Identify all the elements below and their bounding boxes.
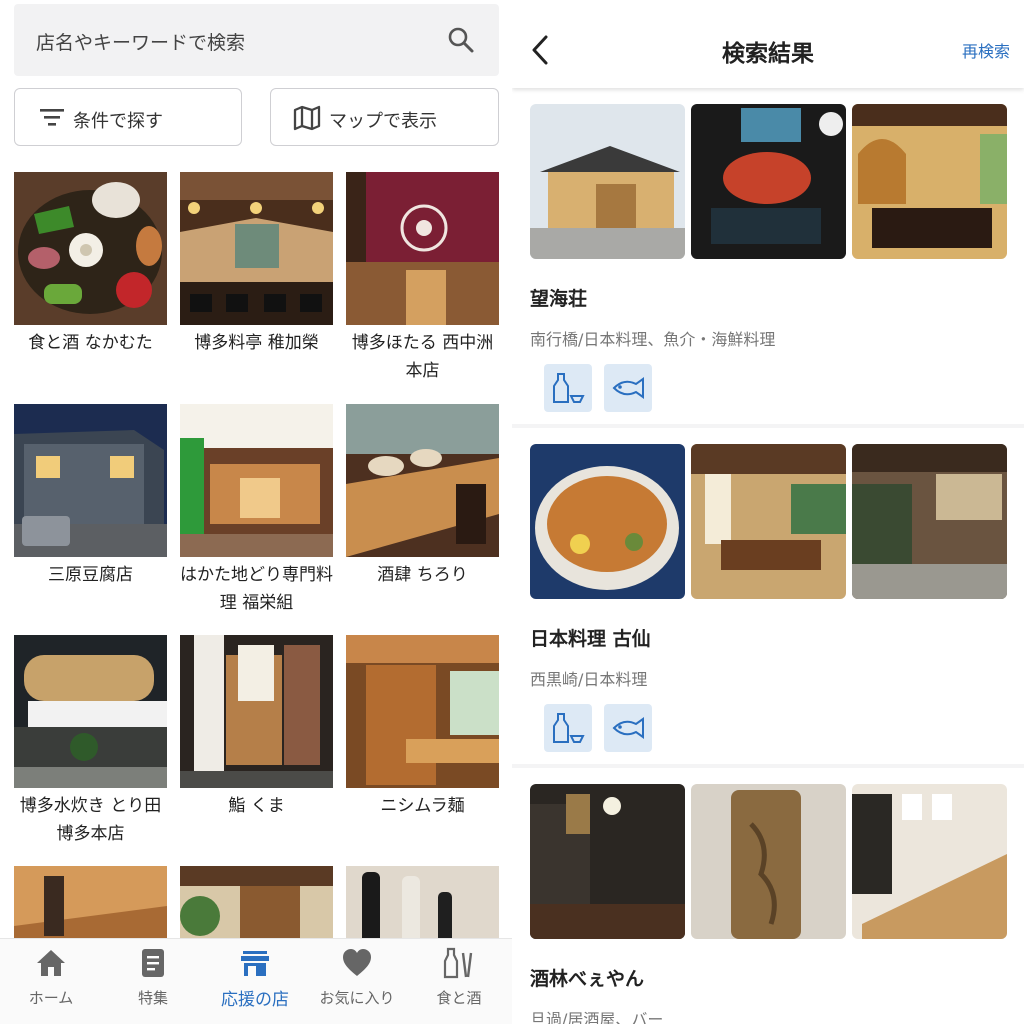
sake-icon bbox=[443, 947, 473, 979]
result-photo bbox=[530, 444, 685, 599]
restaurant-name: 鮨 くま bbox=[228, 796, 285, 816]
restaurant-photo bbox=[14, 172, 167, 325]
grid-item-chirori[interactable]: 酒肆 ちろり bbox=[346, 404, 499, 589]
result-name: 日本料理 古仙 bbox=[530, 628, 651, 650]
restaurant-photo bbox=[180, 172, 333, 325]
restaurant-photo bbox=[180, 635, 333, 788]
store-icon bbox=[241, 951, 269, 976]
result-photo bbox=[852, 104, 1007, 259]
fish-icon bbox=[612, 717, 644, 739]
nav-food-sake[interactable]: 食と酒 bbox=[408, 939, 510, 1024]
nav-favorites[interactable]: お気に入り bbox=[306, 939, 408, 1024]
result-area: 西黒崎/日本料理 bbox=[530, 670, 648, 689]
sake-icon bbox=[553, 713, 585, 743]
grid-item-sushi-kuma[interactable]: 鮨 くま bbox=[180, 635, 333, 820]
map-button[interactable]: マップで表示 bbox=[270, 88, 499, 146]
restaurant-photo bbox=[14, 635, 167, 788]
filter-button[interactable]: 条件で探す bbox=[14, 88, 242, 146]
result-photo bbox=[852, 444, 1007, 599]
heart-icon bbox=[343, 949, 371, 976]
result-photo bbox=[530, 784, 685, 939]
search-input[interactable]: 店名やキーワードで検索 bbox=[14, 4, 499, 76]
grid-item-nishimura[interactable]: ニシムラ麺 bbox=[346, 635, 499, 820]
result-card[interactable]: 望海荘 南行橋/日本料理、魚介・海鮮料理 bbox=[512, 88, 1024, 424]
result-name: 望海荘 bbox=[530, 288, 588, 310]
nav-support-store[interactable]: 応援の店 bbox=[204, 939, 306, 1024]
restaurant-name: 食と酒 なかむた bbox=[28, 333, 153, 353]
restaurant-name: 三原豆腐店 bbox=[48, 565, 133, 585]
result-name: 酒林べぇやん bbox=[530, 968, 645, 990]
nav-feature-label: 特集 bbox=[137, 989, 168, 1007]
sake-icon bbox=[553, 373, 585, 403]
fish-icon bbox=[612, 377, 644, 399]
filter-button-label: 条件で探す bbox=[73, 111, 163, 132]
grid-item-fukueigumi[interactable]: はかた地どり専門料理 福栄組 bbox=[180, 404, 333, 617]
filter-icon bbox=[40, 109, 64, 126]
restaurant-name: はかた地どり専門料理 福栄組 bbox=[180, 565, 333, 613]
research-button[interactable]: 再検索 bbox=[962, 38, 1010, 62]
fish-tag bbox=[604, 364, 652, 412]
restaurant-photo bbox=[346, 404, 499, 557]
result-photo bbox=[691, 784, 846, 939]
nav-food-sake-label: 食と酒 bbox=[436, 989, 482, 1007]
result-photo bbox=[530, 104, 685, 259]
search-screen: 店名やキーワードで検索 条件で探す マップで表示 食と酒 なかむた 博多料亭 稚… bbox=[0, 0, 512, 1024]
restaurant-name: 博多料亭 稚加榮 bbox=[194, 333, 319, 353]
result-photo bbox=[691, 104, 846, 259]
grid-item-nakamuta[interactable]: 食と酒 なかむた bbox=[14, 172, 167, 357]
home-icon bbox=[37, 950, 65, 976]
result-area: 旦過/居酒屋、バー bbox=[530, 1010, 664, 1024]
result-card[interactable]: 日本料理 古仙 西黒崎/日本料理 bbox=[512, 428, 1024, 764]
search-placeholder: 店名やキーワードで検索 bbox=[36, 32, 246, 54]
search-icon[interactable] bbox=[447, 26, 475, 54]
nav-home[interactable]: ホーム bbox=[0, 939, 102, 1024]
document-icon bbox=[142, 949, 164, 977]
nav-support-store-label: 応援の店 bbox=[221, 990, 289, 1010]
map-button-label: マップで表示 bbox=[329, 111, 437, 132]
result-photo bbox=[691, 444, 846, 599]
result-photo bbox=[852, 784, 1007, 939]
nav-home-label: ホーム bbox=[28, 989, 74, 1007]
page-title: 検索結果 bbox=[722, 41, 814, 67]
grid-item-chikae[interactable]: 博多料亭 稚加榮 bbox=[180, 172, 333, 357]
restaurant-photo bbox=[346, 172, 499, 325]
restaurant-name: 博多ほたる 西中洲本店 bbox=[351, 333, 494, 381]
fish-tag bbox=[604, 704, 652, 752]
grid-item-torida[interactable]: 博多水炊き とり田 博多本店 bbox=[14, 635, 167, 848]
map-icon bbox=[293, 105, 321, 131]
app-header: 検索結果 再検索 bbox=[512, 0, 1024, 88]
sake-tag bbox=[544, 364, 592, 412]
search-results-screen: 検索結果 再検索 望海荘 南行橋/日本料理、魚介・海鮮料理 日本料理 古仙 西黒… bbox=[512, 0, 1024, 1024]
grid-item-mihara-tofu[interactable]: 三原豆腐店 bbox=[14, 404, 167, 589]
restaurant-name: 博多水炊き とり田 博多本店 bbox=[19, 796, 162, 844]
restaurant-name: ニシムラ麺 bbox=[380, 796, 465, 816]
restaurant-photo bbox=[14, 404, 167, 557]
restaurant-name: 酒肆 ちろり bbox=[377, 565, 468, 585]
grid-item-hotaru[interactable]: 博多ほたる 西中洲本店 bbox=[346, 172, 499, 385]
result-area: 南行橋/日本料理、魚介・海鮮料理 bbox=[530, 330, 776, 349]
result-card[interactable]: 酒林べぇやん 旦過/居酒屋、バー bbox=[512, 768, 1024, 1024]
restaurant-photo bbox=[180, 404, 333, 557]
nav-feature[interactable]: 特集 bbox=[102, 939, 204, 1024]
sake-tag bbox=[544, 704, 592, 752]
bottom-navigation: ホーム 特集 応援の店 お気に入り 食と酒 bbox=[0, 938, 512, 1024]
nav-favorites-label: お気に入り bbox=[319, 989, 395, 1007]
restaurant-photo bbox=[346, 635, 499, 788]
